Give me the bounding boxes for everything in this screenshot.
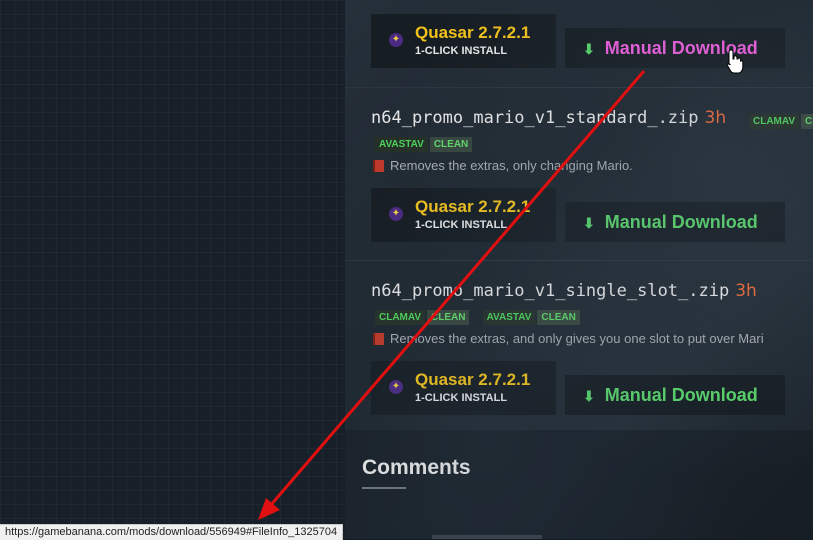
page-background (0, 0, 345, 539)
install-subtitle: 1-CLICK INSTALL (415, 392, 508, 404)
file-description: Removes the extras, only changing Mario. (373, 158, 633, 173)
quasar-icon: ✦ (389, 33, 403, 47)
download-arrow-icon: ⬇ (583, 41, 595, 57)
clean-badge: CLEAN (429, 137, 473, 152)
status-url: https://gamebanana.com/mods/download/556… (5, 526, 338, 538)
file-name: n64_promo_mario_v1_standard_.zip 3h (371, 108, 726, 128)
file-description: Removes the extras, and only gives you o… (373, 331, 764, 346)
avastav-badge: AVASTAV (482, 310, 536, 325)
comments-section (345, 430, 813, 539)
description-text: Removes the extras, and only gives you o… (390, 331, 764, 346)
book-icon (373, 160, 384, 172)
hand-cursor-icon (726, 49, 744, 74)
scan-badges-inline: CLAMAV C (749, 111, 813, 130)
avastav-badge: AVASTAV (375, 137, 428, 152)
file-name-text: n64_promo_mario_v1_standard_.zip (371, 108, 699, 128)
quasar-icon: ✦ (389, 380, 403, 394)
quasar-install-button[interactable]: ✦ Quasar 2.7.2.1 1-CLICK INSTALL (371, 14, 556, 68)
manual-download-button[interactable]: ⬇ Manual Download (565, 202, 785, 242)
file-name-text: n64_promo_mario_v1_single_slot_.zip (371, 281, 730, 301)
clamav-badge: CLAMAV (375, 310, 426, 325)
install-subtitle: 1-CLICK INSTALL (415, 45, 508, 57)
horizontal-scrollbar[interactable] (432, 535, 542, 539)
clean-badge: CLEAN (537, 310, 580, 325)
browser-status-bar: https://gamebanana.com/mods/download/556… (0, 524, 344, 540)
file-item: n64_promo_mario_v1_single_slot_.zip 3h CL… (345, 260, 813, 433)
file-name: n64_promo_mario_v1_single_slot_.zip 3h (371, 281, 757, 301)
quasar-install-button[interactable]: ✦ Quasar 2.7.2.1 1-CLICK INSTALL (371, 188, 556, 242)
files-panel: ✦ Quasar 2.7.2.1 1-CLICK INSTALL ⬇ Manual… (345, 0, 813, 539)
scan-badges: CLAMAV CLEAN AVASTAV CLEAN (375, 307, 582, 326)
file-age: 3h (735, 281, 757, 301)
install-title: Quasar 2.7.2.1 (415, 197, 531, 216)
clean-badge: C (801, 114, 813, 129)
file-item: n64_promo_mario_v1_standard_.zip 3h CLAMA… (345, 87, 813, 260)
install-subtitle: 1-CLICK INSTALL (415, 219, 508, 231)
quasar-install-button[interactable]: ✦ Quasar 2.7.2.1 1-CLICK INSTALL (371, 361, 556, 415)
manual-download-button[interactable]: ⬇ Manual Download (565, 28, 785, 68)
comments-underline (362, 487, 406, 489)
install-title: Quasar 2.7.2.1 (415, 23, 531, 42)
scan-badges: AVASTAV CLEAN (375, 134, 474, 153)
quasar-icon: ✦ (389, 207, 403, 221)
manual-download-label: Manual Download (604, 212, 758, 232)
install-title: Quasar 2.7.2.1 (415, 370, 531, 389)
clamav-badge: CLAMAV (749, 114, 800, 129)
download-arrow-icon: ⬇ (583, 215, 595, 231)
manual-download-label: Manual Download (604, 385, 758, 405)
book-icon (373, 333, 384, 345)
download-arrow-icon: ⬇ (583, 388, 595, 404)
file-age: 3h (704, 108, 727, 128)
comments-heading: Comments (362, 456, 471, 479)
clean-badge: CLEAN (427, 310, 470, 325)
description-text: Removes the extras, only changing Mario. (390, 158, 633, 173)
manual-download-button[interactable]: ⬇ Manual Download (565, 375, 785, 415)
